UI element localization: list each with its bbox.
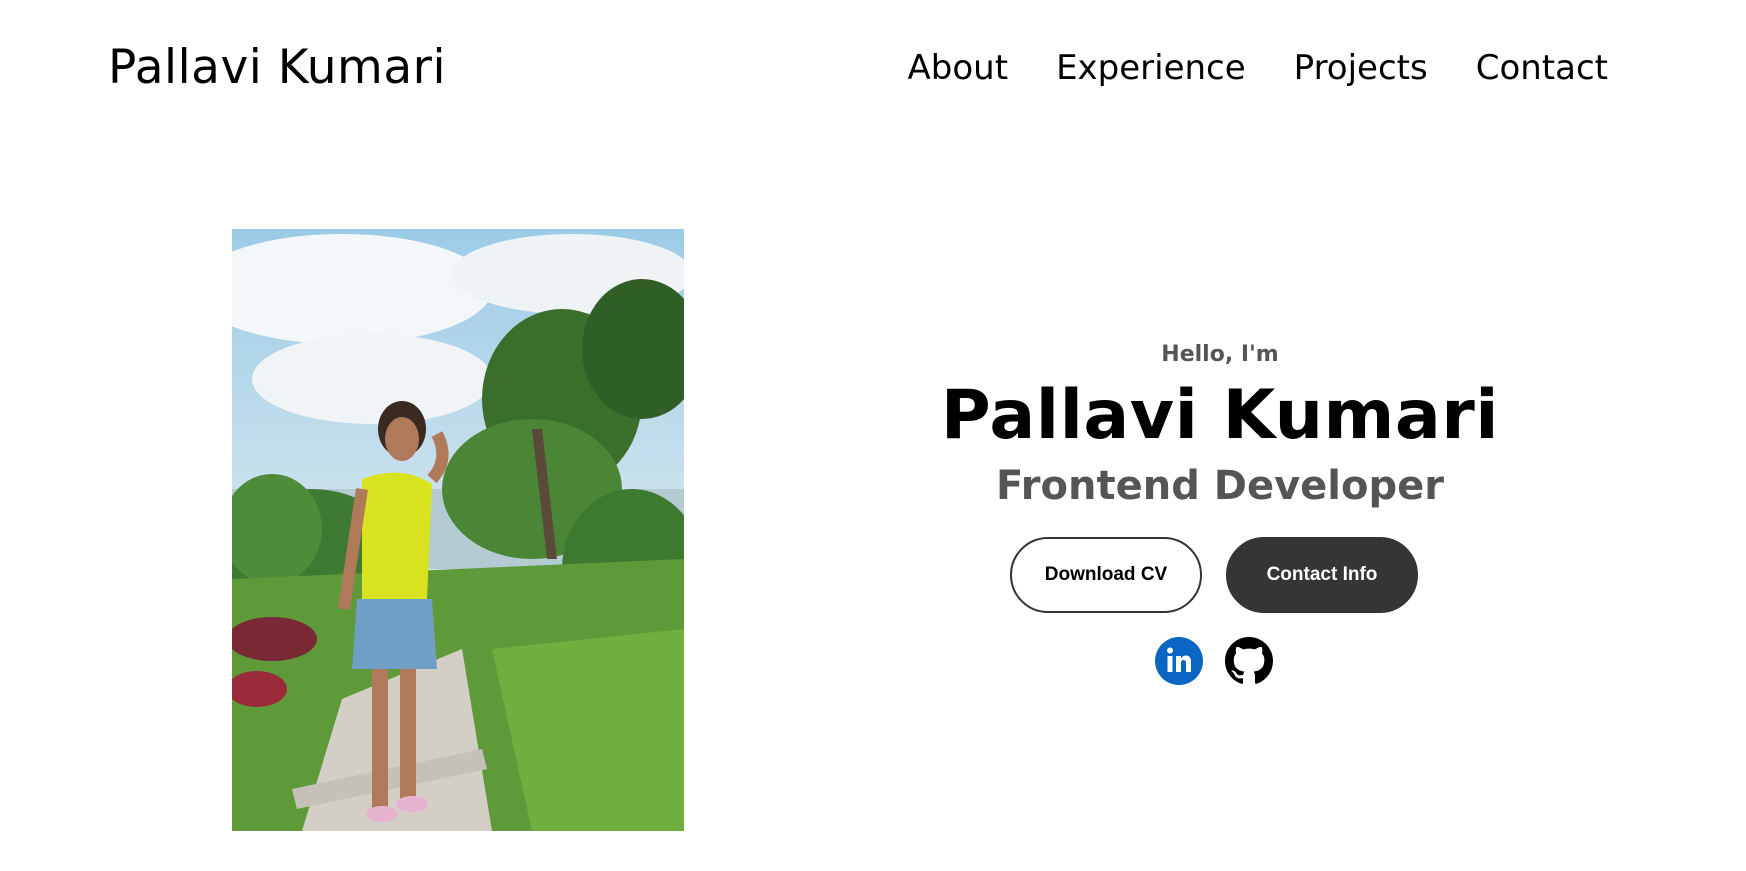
main-nav: About Experience Projects Contact — [908, 48, 1608, 88]
hero-name: Pallavi Kumari — [940, 376, 1500, 455]
nav-link-projects[interactable]: Projects — [1294, 48, 1428, 88]
download-cv-button[interactable]: Download CV — [1010, 536, 1202, 613]
linkedin-icon[interactable] — [1155, 636, 1203, 685]
site-logo[interactable]: Pallavi Kumari — [108, 40, 446, 95]
nav-link-experience[interactable]: Experience — [1056, 48, 1246, 88]
nav-link-contact[interactable]: Contact — [1476, 48, 1608, 88]
hero-buttons: Download CV Contact Info — [880, 536, 1560, 613]
nav-link-about[interactable]: About — [908, 48, 1009, 88]
social-links — [880, 636, 1560, 685]
contact-info-button[interactable]: Contact Info — [1226, 536, 1418, 613]
hero-title: Frontend Developer — [996, 462, 1444, 509]
profile-photo — [232, 229, 684, 831]
github-icon[interactable] — [1225, 636, 1273, 685]
site-header: Pallavi Kumari About Experience Projects… — [0, 0, 1746, 140]
hero-greeting: Hello, I'm — [1161, 342, 1279, 367]
hero-section: Hello, I'm Pallavi Kumari Frontend Devel… — [880, 330, 1560, 685]
